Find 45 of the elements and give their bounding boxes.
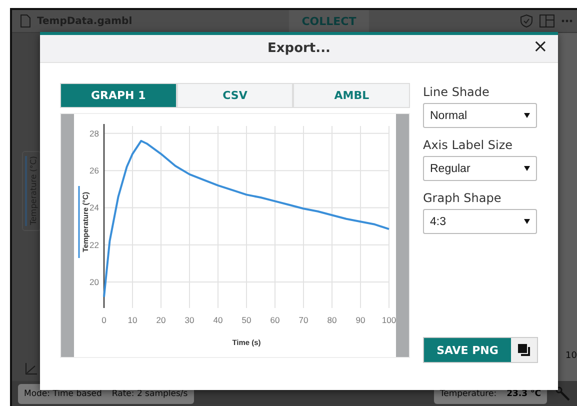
- y-tick-label: 24: [90, 202, 99, 213]
- panel-layout-icon[interactable]: [539, 14, 555, 28]
- x-tick-label: 10: [128, 315, 138, 325]
- reading-label: Temperature:: [440, 389, 497, 399]
- shield-check-icon[interactable]: [520, 14, 533, 28]
- probe-icon[interactable]: [555, 386, 571, 402]
- rate-label: Rate: 2 samples/s: [112, 389, 188, 399]
- option-label: Graph Shape: [423, 191, 502, 205]
- document-icon: [20, 14, 31, 28]
- series-line-indicator: [78, 186, 80, 258]
- dialog-title: Export...: [268, 41, 330, 56]
- export-tab[interactable]: GRAPH 1: [61, 84, 178, 107]
- x-tick-label: 70: [298, 315, 308, 325]
- x-tick-label: 50: [242, 315, 252, 325]
- y-tick-label: 26: [90, 166, 99, 176]
- x-tick-label: 30: [184, 315, 194, 325]
- x-tick-label: 20: [156, 315, 166, 325]
- option-label: Axis Label Size: [423, 138, 514, 152]
- x-tick-label: 90: [356, 315, 366, 325]
- copy-button[interactable]: [511, 338, 537, 362]
- chart-axes-icon[interactable]: [24, 362, 38, 375]
- y-tick-label: 28: [90, 128, 99, 138]
- dropdown[interactable]: Regular: [423, 156, 537, 181]
- more-icon[interactable]: [561, 19, 573, 23]
- x-tick-label: 40: [213, 315, 223, 325]
- export-tab[interactable]: CSV: [178, 84, 294, 107]
- option-label: Line Shade: [423, 85, 490, 99]
- x-tick-label: 60: [270, 315, 280, 325]
- caret-icon: [524, 113, 530, 118]
- mode-label: Mode: Time based: [24, 389, 102, 399]
- axis-tick-label: 10: [566, 351, 577, 361]
- x-tick-label: 0: [102, 315, 106, 325]
- caret-icon: [524, 219, 530, 224]
- copy-icon: [518, 344, 530, 356]
- y-tick-label: 20: [90, 277, 99, 287]
- reading-value: 23.3 °C: [506, 389, 541, 399]
- y-tick-label: 22: [90, 240, 99, 250]
- x-tick-label: 80: [327, 315, 337, 325]
- export-tab[interactable]: AMBL: [294, 84, 410, 107]
- caret-icon: [524, 166, 530, 171]
- close-button[interactable]: ×: [528, 37, 552, 57]
- dropdown[interactable]: Normal: [423, 103, 537, 128]
- save-button[interactable]: SAVE PNG: [424, 338, 511, 362]
- x-tick-label: 100: [382, 315, 396, 325]
- dropdown[interactable]: 4:3: [423, 209, 537, 234]
